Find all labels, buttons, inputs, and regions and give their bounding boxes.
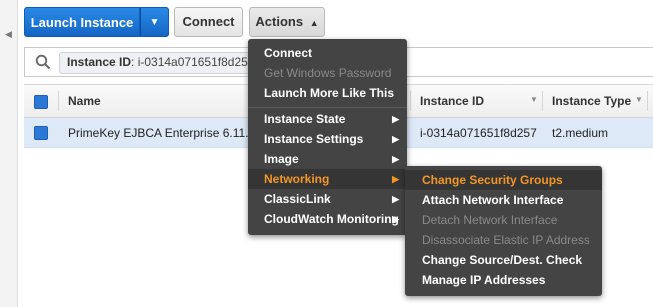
- column-header-name[interactable]: Name: [68, 94, 101, 108]
- menu-item-instance-settings[interactable]: Instance Settings ▶: [248, 129, 407, 149]
- menu-divider: [248, 107, 407, 108]
- caret-up-icon: ▲: [309, 18, 319, 28]
- sort-caret-icon[interactable]: ▼: [635, 95, 643, 104]
- menu-item-detach-network-interface: Detach Network Interface: [422, 213, 558, 227]
- column-divider: [58, 91, 59, 111]
- cell-instance-id: i-0314a071651f8d257: [420, 126, 537, 140]
- menu-item-manage-ip-addresses[interactable]: Manage IP Addresses: [405, 270, 602, 290]
- cell-instance-type: t2.medium: [552, 126, 609, 140]
- left-nav-collapsed: ◀: [0, 0, 18, 307]
- menu-item-label: Instance Settings: [264, 132, 364, 146]
- column-divider: [542, 91, 543, 111]
- menu-item-image[interactable]: Image ▶: [248, 149, 407, 169]
- search-icon: [35, 54, 51, 70]
- menu-item-change-security-groups[interactable]: Change Security Groups: [405, 170, 602, 190]
- actions-menu: Connect Get Windows Password Launch More…: [248, 39, 407, 235]
- sort-caret-icon[interactable]: ▼: [530, 95, 538, 104]
- cell-name: PrimeKey EJBCA Enterprise 6.11.0: [68, 126, 256, 140]
- row-checkbox[interactable]: [34, 126, 48, 140]
- menu-item-networking[interactable]: Networking ▶: [248, 169, 407, 189]
- menu-item-instance-state[interactable]: Instance State ▶: [248, 109, 407, 129]
- menu-item-change-source-dest-check[interactable]: Change Source/Dest. Check: [405, 250, 602, 270]
- menu-item-get-windows-password: Get Windows Password: [264, 66, 392, 80]
- connect-button[interactable]: Connect: [174, 7, 243, 37]
- submenu-arrow-icon: ▶: [392, 134, 399, 144]
- select-all-checkbox[interactable]: [34, 95, 48, 109]
- actions-button[interactable]: Actions ▲: [249, 7, 325, 37]
- submenu-arrow-icon: ▶: [392, 194, 399, 204]
- actions-button-label: Actions: [255, 14, 304, 29]
- filter-token-value: : i-0314a071651f8d257: [131, 55, 255, 69]
- menu-item-label: Image: [264, 152, 299, 166]
- menu-item-label: Networking: [264, 172, 330, 186]
- menu-item-label: ClassicLink: [264, 192, 331, 206]
- launch-options-dropdown[interactable]: ▼: [140, 7, 169, 37]
- submenu-arrow-icon: ▶: [392, 214, 399, 224]
- menu-item-classiclink[interactable]: ClassicLink ▶: [248, 189, 407, 209]
- collapse-left-icon[interactable]: ◀: [3, 27, 14, 41]
- caret-down-icon: ▼: [149, 17, 160, 28]
- submenu-arrow-icon: ▶: [392, 174, 399, 184]
- filter-token-key: Instance ID: [67, 55, 132, 69]
- menu-item-launch-more-like-this[interactable]: Launch More Like This: [248, 83, 407, 103]
- launch-instance-button[interactable]: Launch Instance: [24, 7, 140, 37]
- column-header-instance-type[interactable]: Instance Type: [552, 94, 631, 108]
- column-divider: [647, 91, 648, 111]
- column-header-instance-id[interactable]: Instance ID: [420, 94, 484, 108]
- menu-item-attach-network-interface[interactable]: Attach Network Interface: [405, 190, 602, 210]
- filter-token-instance-id[interactable]: Instance ID: i-0314a071651f8d257: [59, 52, 263, 74]
- menu-item-connect[interactable]: Connect: [248, 43, 407, 63]
- submenu-arrow-icon: ▶: [392, 154, 399, 164]
- menu-item-label: CloudWatch Monitoring: [264, 212, 399, 226]
- menu-item-disassociate-elastic-ip: Disassociate Elastic IP Address: [422, 233, 590, 247]
- networking-submenu: Change Security Groups Attach Network In…: [405, 166, 602, 296]
- column-divider: [410, 91, 411, 111]
- submenu-arrow-icon: ▶: [392, 114, 399, 124]
- menu-item-cloudwatch-monitoring[interactable]: CloudWatch Monitoring ▶: [248, 209, 407, 229]
- menu-item-label: Instance State: [264, 112, 346, 126]
